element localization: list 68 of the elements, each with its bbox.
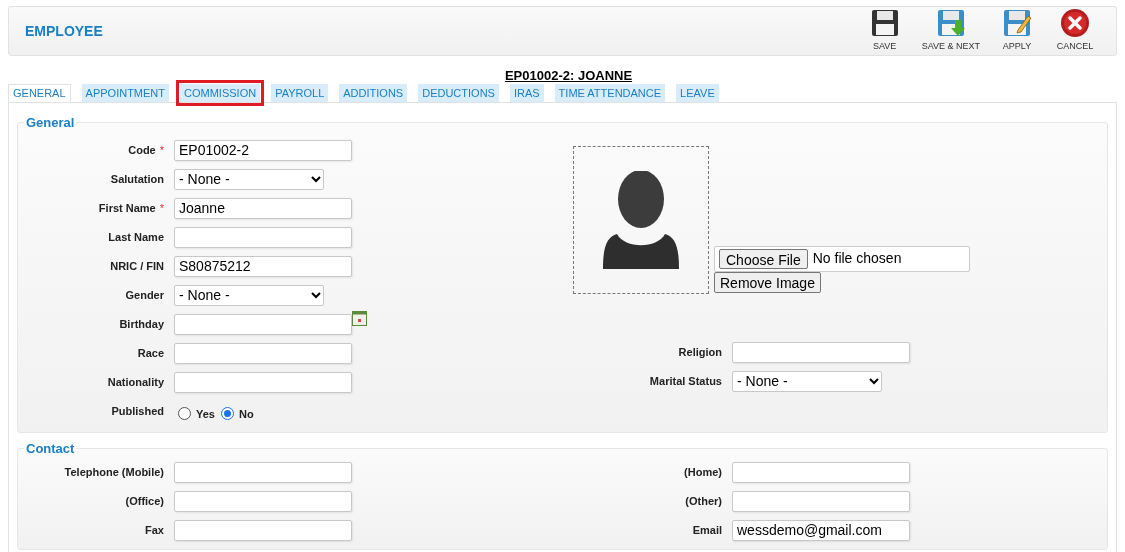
field-label: (Office)	[125, 494, 164, 510]
tab[interactable]: TIME ATTENDANCE	[554, 84, 666, 102]
text-field[interactable]: Joanne	[174, 197, 352, 219]
required-mark: *	[159, 142, 164, 158]
page-title: EMPLOYEE	[25, 21, 103, 41]
field-label: Salutation	[110, 171, 164, 187]
text-field[interactable]: S80875212	[174, 255, 352, 277]
field-label: (Home)	[684, 465, 722, 481]
radio-button[interactable]	[178, 406, 191, 420]
tab[interactable]: DEDUCTIONS	[418, 84, 499, 102]
file-status: No file chosen	[812, 249, 902, 268]
text-field[interactable]	[174, 226, 352, 248]
radio-label: No	[238, 407, 254, 423]
calendar-icon[interactable]	[352, 310, 367, 326]
required-mark: *	[159, 200, 164, 216]
text-field[interactable]	[174, 491, 352, 512]
tab[interactable]: PAYROLL	[271, 84, 329, 102]
chevron-down-icon	[311, 175, 321, 183]
remove-image-button[interactable]: Remove Image	[714, 271, 821, 293]
choose-file-button[interactable]: Choose File	[719, 248, 808, 269]
toolbar-button[interactable]: SAVE	[855, 8, 914, 54]
field-label: Fax	[145, 523, 164, 539]
text-field[interactable]	[174, 520, 352, 541]
field-label: Gender	[125, 287, 164, 303]
field-label: Race	[137, 345, 164, 361]
tab[interactable]: IRAS	[509, 84, 544, 102]
text-field[interactable]	[732, 491, 910, 512]
field-label: Birthday	[119, 316, 164, 332]
tab[interactable]: ADDITIONS	[339, 84, 408, 102]
record-title: EP01002-2: JOANNE	[504, 67, 633, 82]
field-label: Nationality	[107, 374, 164, 390]
field-label: Code	[128, 142, 156, 158]
chevron-down-icon	[311, 291, 321, 299]
tab[interactable]: APPOINTMENT	[81, 84, 170, 102]
field-label: (Other)	[685, 494, 722, 510]
field-label: Religion	[678, 344, 722, 360]
field-label: NRIC / FIN	[110, 258, 164, 274]
field-label: Telephone (Mobile)	[64, 465, 164, 481]
toolbar-button[interactable]: APPLY	[988, 8, 1046, 54]
person-silhouette-icon	[603, 170, 679, 269]
field-label: Published	[111, 403, 164, 419]
tab[interactable]: LEAVE	[676, 84, 719, 102]
radio-button[interactable]	[220, 406, 234, 420]
text-field[interactable]: wessdemo@gmail.com	[732, 520, 910, 541]
text-field[interactable]	[732, 462, 910, 483]
toolbar-button[interactable]: CANCEL	[1046, 8, 1104, 54]
date-field[interactable]	[174, 313, 352, 335]
text-field[interactable]	[174, 371, 352, 393]
section-title: General	[25, 114, 76, 132]
select-field[interactable]: - None -	[174, 168, 324, 190]
field-label: Email	[692, 523, 722, 539]
text-field[interactable]	[174, 462, 352, 483]
file-input[interactable]: Choose File No file chosen	[714, 245, 970, 272]
text-field[interactable]	[732, 341, 910, 363]
radio-label: Yes	[196, 407, 215, 423]
chevron-down-icon	[869, 377, 879, 385]
tab[interactable]: COMMISSION	[180, 84, 261, 102]
toolbar-button[interactable]: SAVE & NEXT	[913, 8, 988, 54]
section-title: Contact	[25, 439, 76, 458]
field-label: First Name	[98, 200, 156, 216]
select-field[interactable]: - None -	[732, 370, 882, 392]
field-label: Marital Status	[649, 373, 722, 389]
field-label: Last Name	[108, 229, 164, 245]
close-icon	[1060, 8, 1090, 39]
tab[interactable]: GENERAL	[8, 84, 71, 102]
text-field[interactable]: EP01002-2	[174, 139, 352, 161]
select-field[interactable]: - None -	[174, 284, 324, 306]
text-field[interactable]	[174, 342, 352, 364]
